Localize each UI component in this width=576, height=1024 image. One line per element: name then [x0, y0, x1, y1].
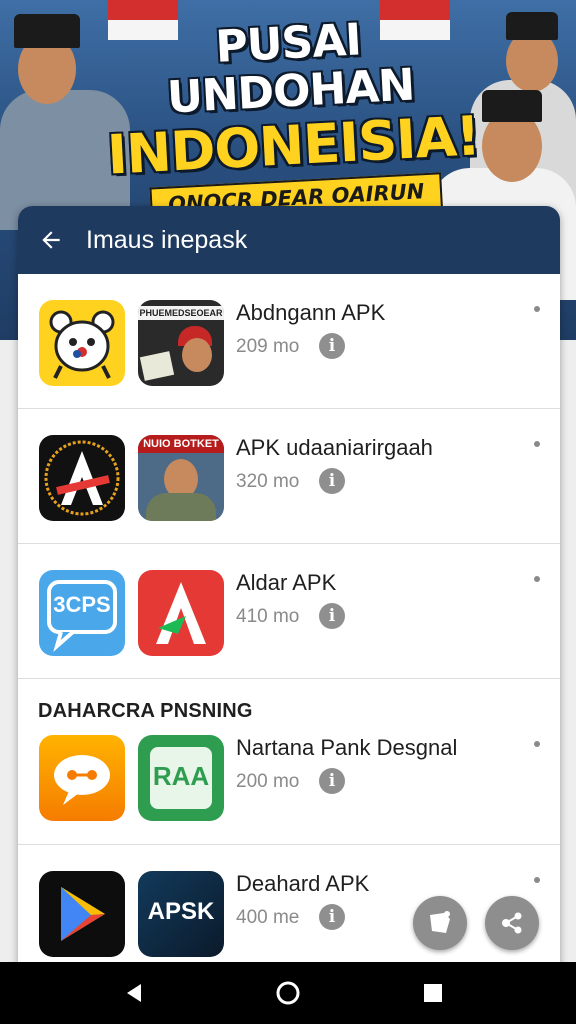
info-icon[interactable]: i [319, 768, 345, 794]
more-options-icon[interactable] [534, 741, 540, 747]
card-header: Imaus inepask [18, 206, 560, 274]
app-name: Abdngann APK [236, 300, 386, 325]
sticker-icon [430, 911, 450, 933]
app-name: Nartana Pank Desgnal [236, 735, 458, 760]
kawaii-face-icon[interactable] [39, 300, 125, 386]
banner-headline: PUSAI UNDOHAN INDONEISIA! ONOCR DEAR OAI… [91, 10, 493, 226]
app-name: Deahard APK [236, 871, 370, 896]
info-icon[interactable]: i [319, 468, 345, 494]
sticker-button[interactable] [413, 896, 467, 950]
app-size: 320 mo [236, 471, 300, 492]
app-name: Aldar APK [236, 570, 337, 595]
recents-square-icon[interactable] [417, 977, 449, 1009]
app-size: 400 me [236, 907, 300, 928]
app-size: 200 mo [236, 771, 300, 792]
share-button[interactable] [485, 896, 539, 950]
more-options-icon[interactable] [534, 441, 540, 447]
app-row[interactable]: 3CPS Aldar APK 410 mo i [18, 544, 560, 679]
letter-a-badge-icon[interactable] [39, 435, 125, 521]
app-size: 209 mo [236, 336, 300, 357]
info-icon[interactable]: i [319, 333, 345, 359]
photo-thumbnail[interactable]: NUIO BOTKET [138, 435, 224, 521]
app-list-card: Imaus inepask PHUEMEDSEOEAR Abdngann APK… [18, 206, 560, 966]
info-icon[interactable]: i [319, 603, 345, 629]
more-options-icon[interactable] [534, 576, 540, 582]
home-circle-icon[interactable] [272, 977, 304, 1009]
icon-label: APSK [147, 898, 215, 925]
more-options-icon[interactable] [534, 877, 540, 883]
share-icon [502, 912, 522, 934]
thumbnail-caption: NUIO BOTKET [138, 435, 224, 453]
speech-bubble-icon[interactable] [39, 735, 125, 821]
photo-thumbnail[interactable]: PHUEMEDSEOEAR [138, 300, 224, 386]
app-name: APK udaaniarirgaah [236, 435, 433, 460]
back-triangle-icon[interactable] [118, 977, 150, 1009]
page-title: Imaus inepask [86, 225, 248, 254]
app-row[interactable]: PHUEMEDSEOEAR Abdngann APK 209 mo i [18, 274, 560, 409]
more-options-icon[interactable] [534, 306, 540, 312]
play-store-icon[interactable] [39, 871, 125, 957]
chat-bubble-icon[interactable]: 3CPS [39, 570, 125, 656]
icon-label: RAA [152, 761, 210, 791]
app-size: 410 mo [236, 606, 300, 627]
thumbnail-caption: PHUEMEDSEOEAR [138, 306, 224, 320]
info-icon[interactable]: i [319, 904, 345, 930]
back-arrow-icon[interactable] [38, 227, 64, 253]
icon-label: 3CPS [53, 592, 111, 617]
system-nav-bar [0, 962, 576, 1024]
app-row[interactable]: NUIO BOTKET APK udaaniarirgaah 320 mo i [18, 409, 560, 544]
apsk-icon[interactable]: APSK [138, 871, 224, 957]
green-a-icon[interactable]: RAA [138, 735, 224, 821]
letter-a-red-icon[interactable] [138, 570, 224, 656]
app-row[interactable]: APSK Deahard APK 400 me i [18, 845, 560, 966]
app-row[interactable]: RAA Nartana Pank Desgnal 200 mo i [18, 709, 560, 845]
